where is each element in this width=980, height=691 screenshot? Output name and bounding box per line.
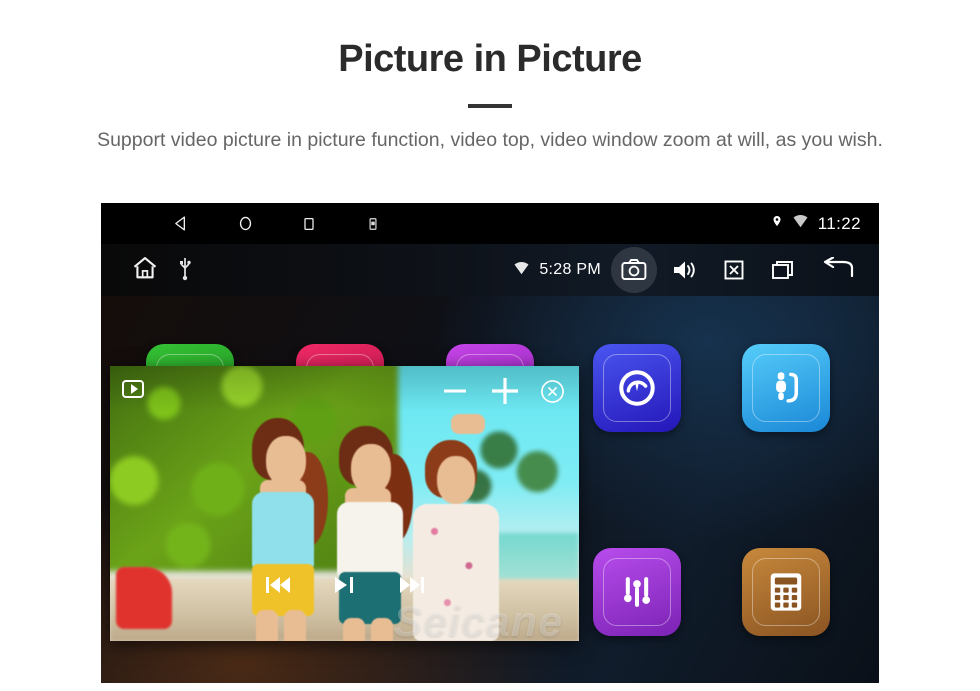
home-icon[interactable] — [131, 254, 159, 287]
calculator-icon — [742, 548, 830, 636]
minus-icon[interactable] — [440, 376, 470, 411]
app-tile-dvr[interactable]: DVR — [577, 344, 697, 597]
plus-icon[interactable] — [488, 374, 522, 413]
avin-icon — [742, 344, 830, 432]
page-header: Picture in Picture Support video picture… — [0, 0, 980, 154]
android-status-bar: 11:22 — [101, 203, 879, 244]
home-icon[interactable] — [213, 203, 277, 244]
next-track-icon[interactable] — [399, 574, 425, 601]
wifi-icon — [792, 214, 809, 233]
recents-icon[interactable] — [277, 203, 341, 244]
screenshot-icon[interactable] — [341, 203, 405, 244]
camera-icon[interactable] — [611, 247, 657, 293]
app-tile-avin[interactable]: AVIN — [726, 344, 846, 597]
pip-window[interactable]: Seicane — [110, 366, 579, 641]
volume-icon[interactable] — [661, 247, 707, 293]
previous-track-icon[interactable] — [265, 574, 291, 601]
close-box-icon[interactable] — [711, 247, 757, 293]
usb-icon[interactable] — [177, 255, 193, 286]
page-root: Picture in Picture Support video picture… — [0, 0, 980, 691]
location-pin-icon — [771, 213, 783, 234]
back-icon[interactable] — [149, 203, 213, 244]
status-bar-indicators: 11:22 — [771, 203, 861, 244]
status-bar-clock: 11:22 — [817, 213, 861, 233]
dvr-icon — [593, 344, 681, 432]
play-pause-icon[interactable] — [333, 574, 357, 601]
status-bar-nav-group — [149, 203, 405, 244]
pip-window-controls — [440, 374, 565, 413]
pip-playback-controls — [110, 574, 579, 601]
video-camera-icon — [122, 380, 144, 398]
device-screen: 11:22 5:28 PM Seicane — [101, 203, 879, 683]
recents-icon[interactable] — [761, 247, 807, 293]
amplifier-icon — [593, 548, 681, 636]
close-circle-icon[interactable] — [540, 379, 565, 409]
toolbar-right-group: 5:28 PM — [513, 244, 865, 296]
page-title: Picture in Picture — [338, 38, 642, 80]
page-subtitle: Support video picture in picture functio… — [97, 128, 883, 151]
toolbar-left-group — [131, 254, 193, 287]
video-person-right — [395, 408, 520, 641]
app-tile-amplifier[interactable]: Amplifier — [577, 548, 697, 636]
wifi-icon — [513, 261, 530, 280]
toolbar-clock: 5:28 PM — [539, 261, 601, 278]
launcher-desktop: Netflix SiriusXM Wheelkey Study — [101, 296, 879, 683]
system-toolbar: 5:28 PM — [101, 244, 879, 296]
title-divider — [468, 103, 512, 108]
app-tile-calculator[interactable]: Calculator — [726, 548, 846, 636]
back-arrow-icon[interactable] — [811, 247, 865, 293]
